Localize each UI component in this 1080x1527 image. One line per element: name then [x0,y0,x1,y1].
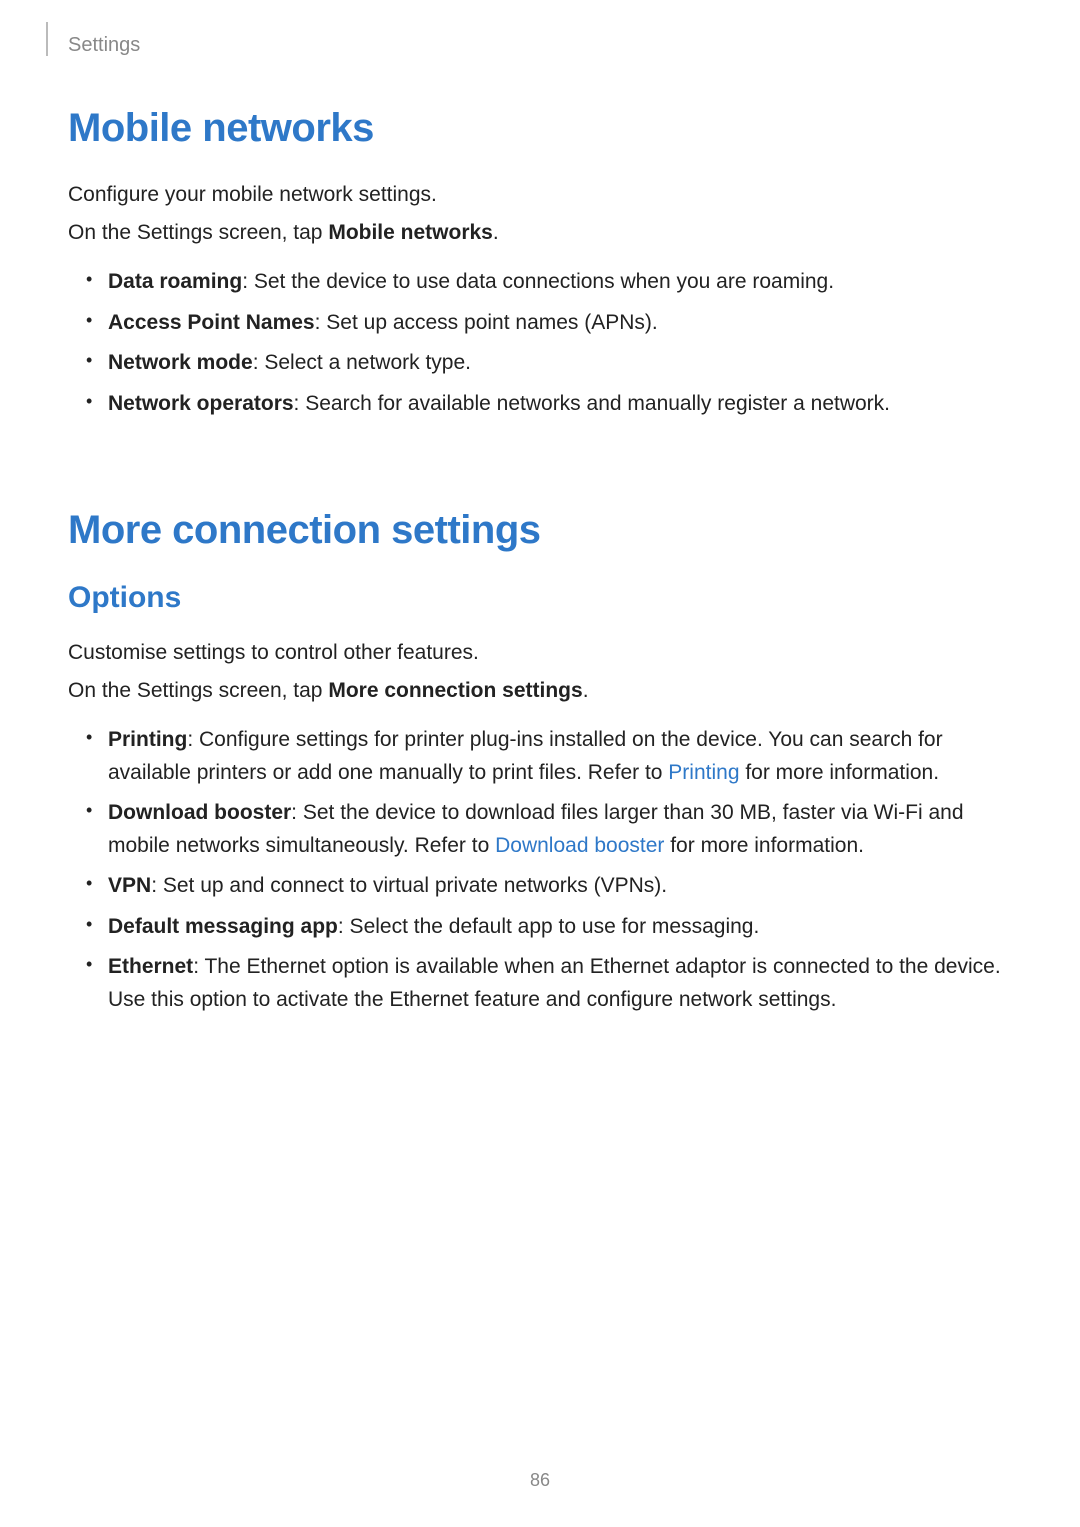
more-connection-intro-1: Customise settings to control other feat… [68,637,1012,669]
link-download-booster[interactable]: Download booster [495,834,664,857]
header-section-label: Settings [68,34,140,57]
mobile-networks-list: Data roaming: Set the device to use data… [68,266,1012,420]
text: . [583,679,589,702]
list-item-default-messaging: Default messaging app: Select the defaul… [108,911,1012,944]
more-connection-list: Printing: Configure settings for printer… [68,724,1012,1016]
list-item-printing: Printing: Configure settings for printer… [108,724,1012,789]
list-item: Network operators: Search for available … [108,388,1012,421]
list-item-vpn: VPN: Set up and connect to virtual priva… [108,870,1012,903]
list-item-ethernet: Ethernet: The Ethernet option is availab… [108,951,1012,1016]
desc: : Set up and connect to virtual private … [151,874,667,897]
mobile-networks-intro-1: Configure your mobile network settings. [68,179,1012,211]
more-connection-intro-2: On the Settings screen, tap More connect… [68,675,1012,707]
desc: : Set up access point names (APNs). [315,311,658,334]
heading-more-connection-settings: More connection settings [68,508,1012,553]
list-item: Access Point Names: Set up access point … [108,307,1012,340]
list-item: Data roaming: Set the device to use data… [108,266,1012,299]
desc: : The Ethernet option is available when … [108,955,1001,1011]
term: Download booster [108,801,291,824]
bold-text: More connection settings [328,679,582,702]
mobile-networks-intro-2: On the Settings screen, tap Mobile netwo… [68,217,1012,249]
bold-text: Mobile networks [328,221,493,244]
subheading-options: Options [68,581,1012,615]
term: Access Point Names [108,311,315,334]
text: On the Settings screen, tap [68,679,328,702]
term: Printing [108,728,187,751]
desc: for more information. [740,761,940,784]
term: Ethernet [108,955,193,978]
list-item-download-booster: Download booster: Set the device to down… [108,797,1012,862]
header-tab-mark [46,22,48,56]
desc: : Set the device to use data connections… [242,270,834,293]
desc: : Select a network type. [253,351,471,374]
heading-mobile-networks: Mobile networks [68,106,1012,151]
text: . [493,221,499,244]
page-number: 86 [0,1470,1080,1491]
page-content: Mobile networks Configure your mobile ne… [68,106,1012,1063]
term: Default messaging app [108,915,338,938]
link-printing[interactable]: Printing [668,761,739,784]
desc: : Search for available networks and manu… [294,392,890,415]
list-item: Network mode: Select a network type. [108,347,1012,380]
term: Network mode [108,351,253,374]
term: VPN [108,874,151,897]
desc: for more information. [664,834,864,857]
text: On the Settings screen, tap [68,221,328,244]
desc: : Select the default app to use for mess… [338,915,759,938]
term: Data roaming [108,270,242,293]
term: Network operators [108,392,294,415]
